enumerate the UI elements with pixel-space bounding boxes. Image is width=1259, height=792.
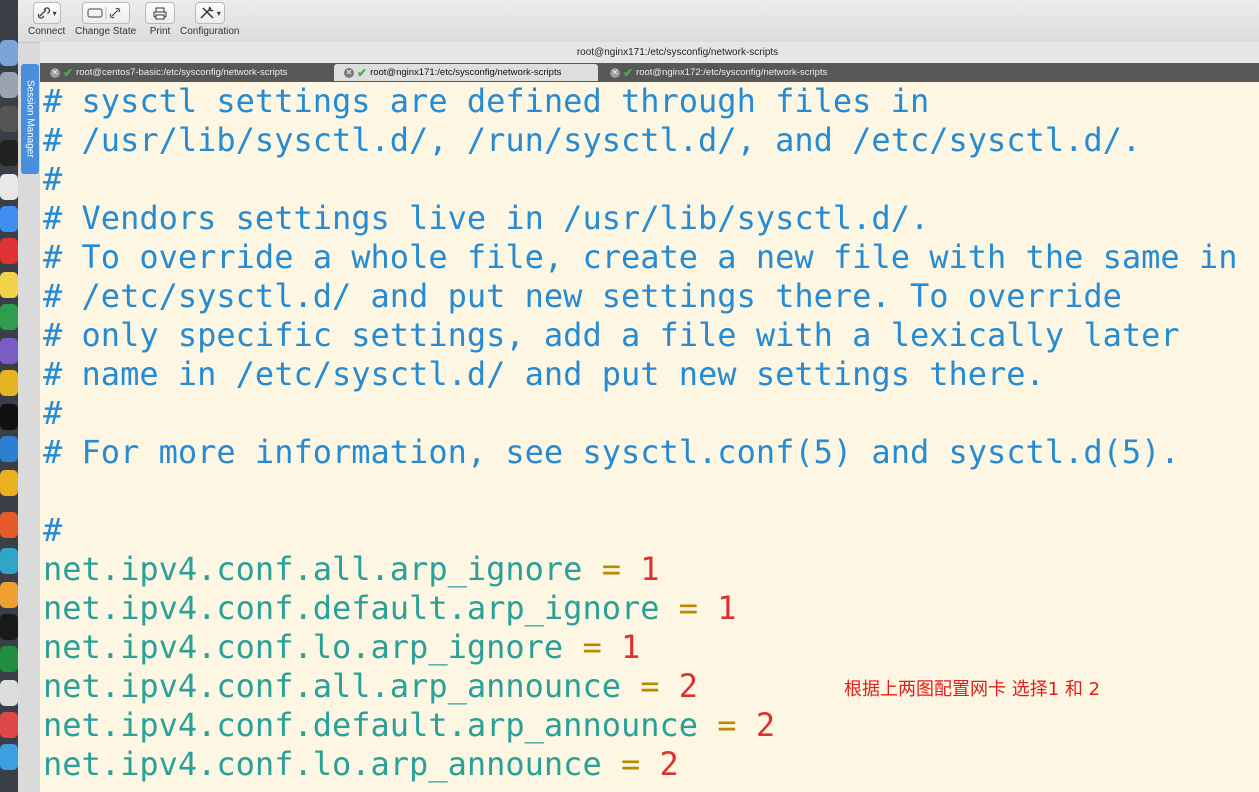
setting-key: net.ipv4.conf.default.arp_ignore	[43, 589, 660, 627]
print-button[interactable]: Print	[145, 2, 175, 37]
setting-operator: =	[582, 628, 602, 666]
setting-value: 1	[620, 628, 641, 666]
dock-app-icon[interactable]	[0, 72, 18, 98]
terminal-view[interactable]: # sysctl settings are defined through fi…	[40, 82, 1259, 792]
setting-value: 2	[755, 706, 776, 744]
setting-key: net.ipv4.conf.lo.arp_announce	[43, 745, 602, 783]
dock-app-icon[interactable]	[0, 470, 18, 496]
setting-operator: =	[620, 745, 641, 783]
setting-line: net.ipv4.conf.lo.arp_announce = 2	[43, 745, 679, 784]
setting-operator: =	[601, 550, 621, 588]
printer-icon	[145, 2, 175, 24]
change-state-button[interactable]: Change State	[75, 2, 136, 37]
tab-bar: ✕ ✔ root@centos7-basic:/etc/sysconfig/ne…	[40, 63, 1259, 82]
dock-app-icon[interactable]	[0, 404, 18, 430]
setting-line: net.ipv4.conf.all.arp_announce = 2	[43, 667, 698, 706]
dock-app-icon[interactable]	[0, 712, 18, 738]
comment-line: #	[43, 160, 63, 198]
comment-line: #	[43, 394, 63, 432]
dock-app-icon[interactable]	[0, 744, 18, 770]
tools-icon: ▾	[194, 2, 225, 24]
comment-line: # /usr/lib/sysctl.d/, /run/sysctl.d/, an…	[43, 121, 1142, 159]
setting-key: net.ipv4.conf.all.arp_announce	[43, 667, 621, 705]
chevron-down-icon: ▾	[216, 8, 221, 18]
connect-button[interactable]: ▾ Connect	[28, 2, 65, 37]
dock-app-icon[interactable]	[0, 680, 18, 706]
dock-app-icon[interactable]	[0, 140, 18, 166]
setting-value: 1	[717, 589, 737, 627]
setting-value: 2	[659, 745, 679, 783]
comment-line: # sysctl settings are defined through fi…	[43, 82, 930, 120]
setting-line: net.ipv4.conf.lo.arp_ignore = 1	[43, 628, 640, 667]
comment-line: # Vendors settings live in /usr/lib/sysc…	[43, 199, 930, 237]
configuration-button[interactable]: ▾ Configuration	[180, 2, 239, 37]
comment-line: # name in /etc/sysctl.d/ and put new set…	[43, 355, 1045, 393]
close-icon[interactable]: ✕	[610, 67, 620, 78]
tab-centos7-basic[interactable]: ✕ ✔ root@centos7-basic:/etc/sysconfig/ne…	[40, 64, 333, 81]
comment-line: # For more information, see sysctl.conf(…	[43, 433, 1180, 471]
setting-key: net.ipv4.conf.lo.arp_ignore	[43, 628, 564, 666]
dock-app-icon[interactable]	[0, 614, 18, 640]
dock-app-icon[interactable]	[0, 106, 18, 132]
setting-operator: =	[678, 589, 699, 627]
dock-app-icon[interactable]	[0, 512, 18, 538]
toolbar: ▾ Connect Change State Print ▾ Configura…	[18, 0, 1259, 43]
print-label: Print	[149, 26, 171, 37]
dock-app-icon[interactable]	[0, 206, 18, 232]
app-dock	[0, 0, 18, 792]
dock-app-icon[interactable]	[0, 582, 18, 608]
dock-app-icon[interactable]	[0, 238, 18, 264]
refresh-icon	[81, 2, 130, 24]
change-state-label: Change State	[75, 26, 137, 37]
tab-label: root@nginx171:/etc/sysconfig/network-scr…	[370, 67, 562, 78]
tab-nginx171[interactable]: ✕ ✔ root@nginx171:/etc/sysconfig/network…	[334, 64, 598, 81]
annotation-note: 根据上两图配置网卡 选择1 和 2	[844, 679, 1101, 700]
comment-line: # /etc/sysctl.d/ and put new settings th…	[43, 277, 1122, 315]
setting-key: net.ipv4.conf.default.arp_announce	[43, 706, 699, 744]
setting-line: net.ipv4.conf.default.arp_announce = 2	[43, 706, 775, 745]
setting-operator: =	[640, 667, 660, 705]
dock-app-icon[interactable]	[0, 304, 18, 330]
setting-operator: =	[717, 706, 737, 744]
dock-app-icon[interactable]	[0, 338, 18, 364]
comment-line: #	[43, 511, 63, 549]
configuration-label: Configuration	[180, 26, 240, 37]
close-icon[interactable]: ✕	[50, 67, 60, 78]
comment-line: # To override a whole file, create a new…	[43, 238, 1238, 276]
checkmark-icon: ✔	[357, 65, 368, 80]
setting-line: net.ipv4.conf.all.arp_ignore = 1	[43, 550, 660, 589]
tab-label: root@nginx172:/etc/sysconfig/network-scr…	[636, 67, 828, 78]
connect-label: Connect	[28, 26, 66, 37]
setting-value: 1	[640, 550, 660, 588]
dock-app-icon[interactable]	[0, 548, 18, 574]
tab-nginx172[interactable]: ✕ ✔ root@nginx172:/etc/sysconfig/network…	[600, 64, 866, 81]
dock-app-icon[interactable]	[0, 40, 18, 66]
setting-line: net.ipv4.conf.default.arp_ignore = 1	[43, 589, 737, 628]
chevron-down-icon: ▾	[52, 8, 57, 18]
dock-app-icon[interactable]	[0, 436, 18, 462]
checkmark-icon: ✔	[63, 65, 74, 80]
window-title: root@nginx171:/etc/sysconfig/network-scr…	[40, 42, 1259, 64]
comment-line: # only specific settings, add a file wit…	[43, 316, 1180, 354]
setting-value: 2	[678, 667, 699, 705]
close-icon[interactable]: ✕	[344, 67, 354, 78]
link-icon: ▾	[32, 2, 61, 24]
dock-app-icon[interactable]	[0, 272, 18, 298]
setting-key: net.ipv4.conf.all.arp_ignore	[43, 550, 583, 588]
tab-label: root@centos7-basic:/etc/sysconfig/networ…	[76, 67, 288, 78]
session-manager-tab[interactable]: Session Manager	[21, 64, 39, 174]
dock-app-icon[interactable]	[0, 646, 18, 672]
dock-app-icon[interactable]	[0, 174, 18, 200]
checkmark-icon: ✔	[623, 65, 634, 80]
dock-app-icon[interactable]	[0, 370, 18, 396]
window-title-text: root@nginx171:/etc/sysconfig/network-scr…	[576, 47, 779, 58]
